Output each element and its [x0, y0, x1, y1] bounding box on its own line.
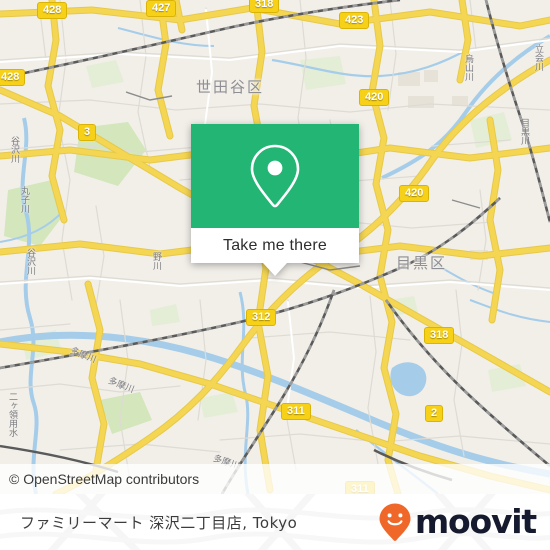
footer-content: ファミリーマート 深沢二丁目店, Tokyo moovit [0, 494, 550, 550]
map-canvas[interactable]: .water { fill:none; stroke:#a5cdea; } .w… [0, 0, 550, 494]
moovit-brand-logo[interactable]: moovit [378, 502, 537, 542]
moovit-map-screen: .water { fill:none; stroke:#a5cdea; } .w… [0, 0, 550, 550]
footer-bar: ファミリーマート 深沢二丁目店, Tokyo moovit [0, 494, 550, 550]
osm-attribution-bar: © OpenStreetMap contributors [0, 464, 550, 494]
osm-attribution-text: © OpenStreetMap contributors [9, 471, 200, 487]
smiling-pin-icon [379, 503, 411, 541]
callout-tail-pointer [263, 263, 287, 276]
take-me-there-label: Take me there [223, 236, 327, 254]
callout-pin-panel [191, 124, 359, 228]
callout-action-bar[interactable]: Take me there [191, 228, 359, 263]
location-callout-card[interactable]: Take me there [191, 124, 359, 276]
location-pin-icon [250, 144, 300, 208]
moovit-wordmark: moovit [414, 502, 537, 541]
place-name-title: ファミリーマート 深沢二丁目店, Tokyo [20, 513, 298, 532]
